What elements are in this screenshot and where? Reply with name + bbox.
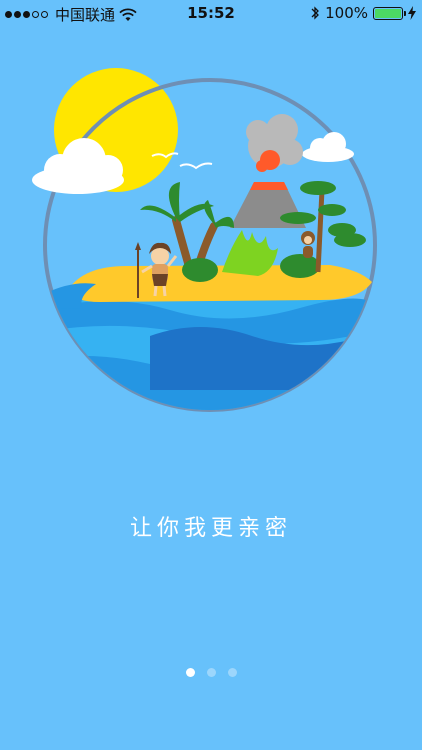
page-indicator[interactable] xyxy=(0,668,422,677)
island-sand xyxy=(68,265,372,302)
island-illustration xyxy=(32,68,377,412)
battery-icon xyxy=(373,6,406,20)
smoke-icon xyxy=(246,114,303,172)
page-dot-active[interactable] xyxy=(185,668,195,677)
onboarding-tagline: 让你我更亲密 xyxy=(129,516,292,541)
bird-icon xyxy=(179,162,213,170)
charging-bolt-icon xyxy=(408,6,416,20)
bush-icon xyxy=(280,254,320,278)
status-bar: 中国联通 15:52 100% xyxy=(0,0,422,28)
bush-icon xyxy=(182,258,218,282)
monkey-icon xyxy=(301,231,315,258)
bluetooth-icon xyxy=(311,6,320,20)
battery-percentage: 100% xyxy=(325,4,368,22)
sea-waves xyxy=(45,298,375,410)
status-right: 100% xyxy=(310,4,416,22)
page-dot[interactable] xyxy=(227,668,237,677)
page-dot[interactable] xyxy=(206,668,216,677)
cloud-icon xyxy=(302,132,354,162)
